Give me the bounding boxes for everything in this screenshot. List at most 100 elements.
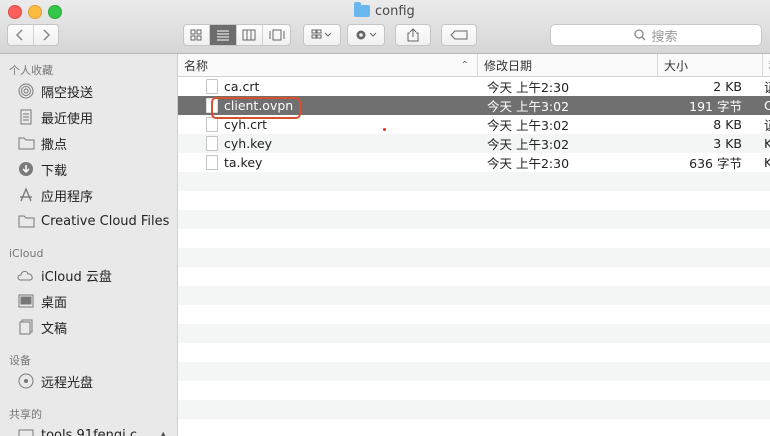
column-view-button[interactable] [237,25,264,45]
sidebar-item-creative-cloud[interactable]: Creative Cloud Files [17,211,169,231]
file-modified: 今天 上午2:30 [487,80,570,95]
file-modified: 今天 上午3:02 [487,118,570,133]
zoom-button[interactable] [48,5,62,19]
file-modified: 今天 上午3:02 [487,137,570,152]
grid-icon [190,29,202,41]
gallery-view-button[interactable] [263,25,290,45]
minimize-button[interactable] [28,5,42,19]
toolbar: config 搜索 [0,0,770,54]
empty-row-stripe [178,172,770,191]
sidebar-item-icloud-drive[interactable]: iCloud 云盘 [17,265,112,285]
desktop-icon [17,293,35,309]
file-row[interactable]: ta.key 今天 上午2:30 636 字节 K [178,153,770,172]
sidebar-item-documents[interactable]: 文稿 [17,317,67,337]
search-field[interactable]: 搜索 [550,24,762,46]
sidebar-item-shared-server[interactable]: tools.91fengj.c... ▲ [17,425,167,436]
sort-ascending-icon: ⌃ [460,59,469,71]
list-view-button[interactable] [209,25,237,45]
document-icon [206,136,218,151]
file-row[interactable]: ca.crt 今天 上午2:30 2 KB 证 [178,77,770,96]
file-kind: O [764,98,770,113]
sidebar: 个人收藏 隔空投送 最近使用 撒点 下载 应用程序 Creative Cloud… [0,54,178,436]
documents-icon [17,319,35,335]
downloads-icon [17,161,35,177]
column-header-modified[interactable]: 修改日期 [478,54,658,76]
cloud-icon [17,267,35,283]
document-icon [206,117,218,132]
file-row[interactable]: cyh.key 今天 上午3:02 3 KB K [178,134,770,153]
file-name: ca.crt [224,79,260,94]
view-mode-control [183,24,291,46]
gear-icon [356,30,377,40]
list-icon [216,30,229,41]
sidebar-item-desktop[interactable]: 桌面 [17,291,67,311]
empty-row-stripe [178,248,770,267]
action-button[interactable] [347,24,385,46]
sidebar-heading: iCloud [9,247,44,260]
tag-icon [450,30,468,40]
sidebar-item-downloads[interactable]: 下载 [17,159,67,179]
file-size: 3 KB [713,136,742,151]
document-icon [206,155,218,170]
eject-icon[interactable]: ▲ [159,430,167,436]
sidebar-item-recents[interactable]: 最近使用 [17,107,93,127]
empty-row-stripe [178,400,770,419]
document-icon [206,79,218,94]
empty-row-stripe [178,324,770,343]
finder-window: config 搜索 个人收藏 隔空投送 最近使用 撒点 下载 应用程序 Crea… [0,0,770,436]
file-kind: 证 [764,77,770,96]
empty-row-stripe [178,286,770,305]
folder-icon [17,213,35,229]
file-name: cyh.key [224,136,273,151]
columns-icon [242,29,256,41]
file-name-cell: ta.key [206,153,262,172]
chevron-right-icon [43,29,51,41]
sidebar-item-applications[interactable]: 应用程序 [17,185,93,205]
close-button[interactable] [8,5,22,19]
file-size: 191 字节 [689,99,742,114]
icon-view-button[interactable] [184,25,210,45]
column-header-kind[interactable]: 种 [763,54,770,76]
search-icon [634,29,646,41]
folder-icon [17,135,35,151]
file-kind: K [764,155,770,170]
column-header-size[interactable]: 大小 [658,54,763,76]
empty-row-stripe [178,362,770,381]
sidebar-item-folder[interactable]: 撒点 [17,133,67,153]
file-kind: K [764,136,770,151]
file-name-cell: ca.crt [206,77,259,96]
column-header-name[interactable]: 名称 ⌃ [178,54,478,76]
share-button[interactable] [395,24,431,46]
group-icon [311,29,332,39]
folder-icon [354,2,370,17]
group-by-button[interactable] [303,24,341,46]
file-size: 8 KB [713,117,742,132]
selection-highlight-annotation [211,97,301,119]
window-title: config [354,2,415,20]
back-forward-control [7,24,59,46]
file-modified: 今天 上午3:02 [487,99,570,114]
file-modified: 今天 上午2:30 [487,156,570,171]
column-header: 名称⌃ 修改日期 大小 种 [178,54,770,77]
empty-row-stripe [178,210,770,229]
back-button[interactable] [8,25,34,45]
file-size: 636 字节 [689,156,742,171]
file-name-cell: cyh.key [206,134,272,153]
gallery-icon [269,29,285,41]
forward-button[interactable] [34,25,58,45]
red-dot-marker [383,128,386,131]
file-size: 2 KB [713,79,742,94]
sidebar-item-remote-disc[interactable]: 远程光盘 [17,371,93,391]
tags-button[interactable] [441,24,477,46]
sidebar-heading: 设备 [9,354,31,367]
sidebar-item-airdrop[interactable]: 隔空投送 [17,81,93,101]
share-icon [407,28,419,42]
sidebar-heading: 共享的 [9,408,42,421]
file-kind: 证 [764,115,770,134]
sidebar-heading: 个人收藏 [9,64,53,77]
disc-icon [17,373,35,389]
airdrop-icon [17,83,35,99]
file-name: cyh.crt [224,117,268,132]
file-name: ta.key [224,155,263,170]
server-icon [17,427,35,436]
